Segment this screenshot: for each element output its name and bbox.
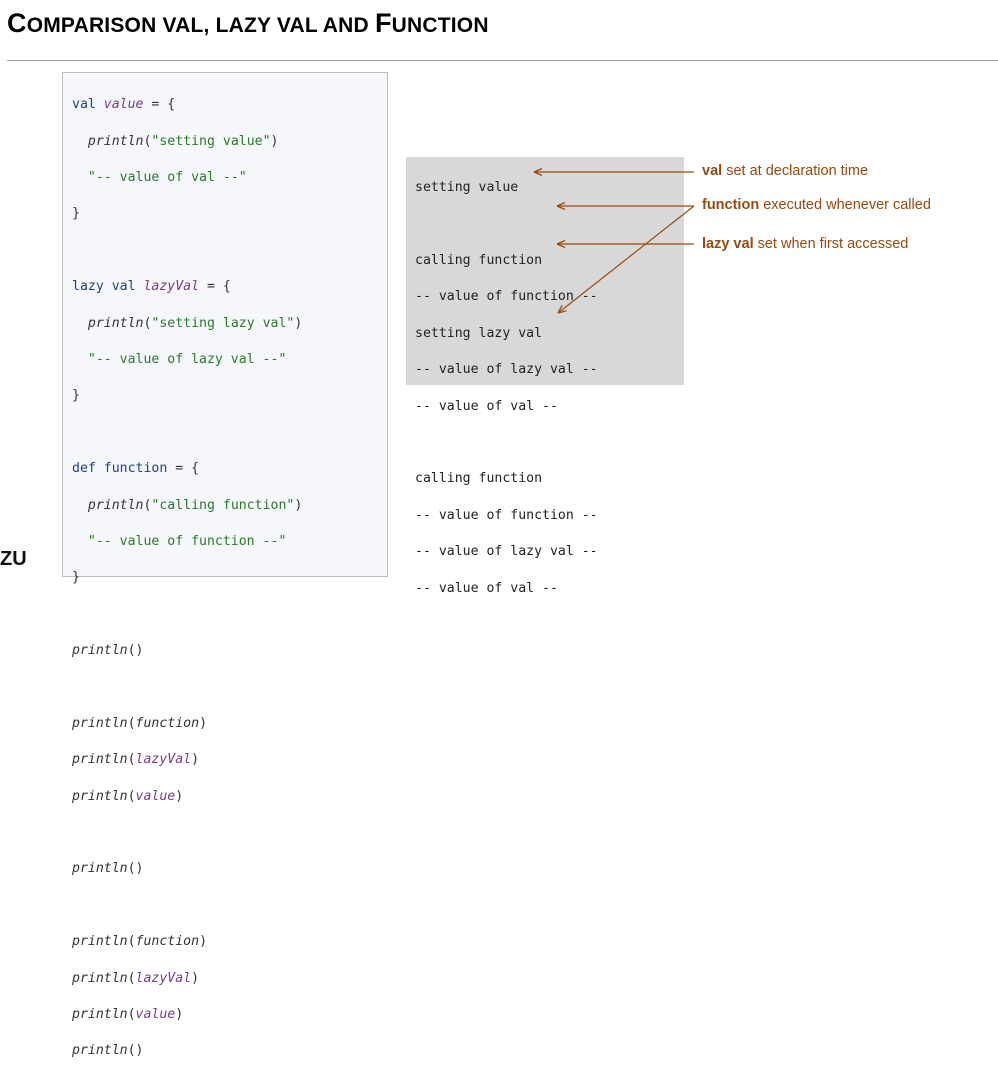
code-line: println(value)	[72, 1006, 184, 1022]
code-line: println(lazyVal)	[72, 970, 200, 986]
code-line: }	[72, 570, 80, 586]
code-line: println()	[72, 1043, 144, 1059]
code-line: println(function)	[72, 934, 208, 950]
code-line: println(function)	[72, 715, 208, 731]
code-line: println()	[72, 643, 144, 659]
code-line: println(value)	[72, 788, 184, 804]
output-line: -- value of val --	[415, 580, 558, 596]
code-line: println()	[72, 861, 144, 877]
annotation-function: function executed whenever called	[702, 197, 931, 213]
annotation-lazy: lazy val set when first accessed	[702, 236, 909, 252]
code-line: println(lazyVal)	[72, 752, 200, 768]
logo: ZU	[0, 548, 27, 570]
annotation-arrows	[0, 0, 695, 569]
annotation-val: val set at declaration time	[702, 163, 869, 179]
arrow-function-second	[558, 205, 695, 313]
